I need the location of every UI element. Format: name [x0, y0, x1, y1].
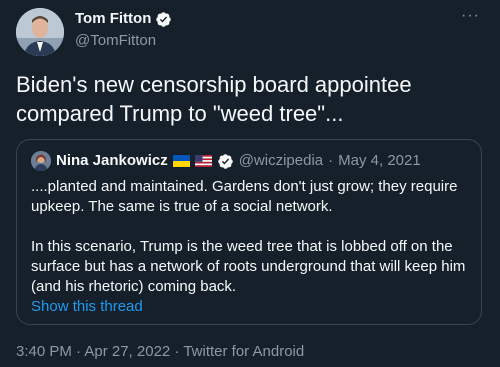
- quoted-tweet-date[interactable]: May 4, 2021: [338, 151, 421, 171]
- author-avatar[interactable]: [16, 8, 64, 56]
- author-name-row[interactable]: Tom Fitton: [75, 9, 172, 29]
- author-handle[interactable]: @TomFitton: [75, 31, 156, 51]
- quoted-author-name[interactable]: Nina Jankowicz: [56, 151, 168, 171]
- meta-separator: ·: [328, 152, 334, 169]
- flag-ukraine-icon: [172, 155, 190, 167]
- quoted-author-handle[interactable]: @wiczipedia: [239, 151, 323, 171]
- quoted-tweet-body: ....planted and maintained. Gardens don'…: [31, 177, 471, 297]
- tweet-text: Biden's new censorship board appointee c…: [16, 72, 412, 126]
- quoted-paragraph-2: In this scenario, Trump is the weed tree…: [31, 238, 466, 295]
- quoted-tweet[interactable]: Nina Jankowicz @wiczipedia · May 4, 2021…: [16, 139, 482, 325]
- show-thread-link[interactable]: Show this thread: [31, 297, 143, 317]
- quoted-author-avatar[interactable]: [31, 151, 51, 171]
- more-options-icon[interactable]: ···: [461, 6, 480, 26]
- verified-badge-icon: [156, 11, 172, 27]
- tweet-timestamp[interactable]: 3:40 PM · Apr 27, 2022 · Twitter for And…: [16, 342, 304, 362]
- flag-usa-icon: [194, 155, 212, 167]
- quoted-verified-badge-icon: [217, 153, 233, 169]
- quoted-tweet-header: Nina Jankowicz @wiczipedia · May 4, 2021: [31, 151, 421, 171]
- author-name[interactable]: Tom Fitton: [75, 9, 151, 29]
- quoted-paragraph-1: ....planted and maintained. Gardens don'…: [31, 178, 458, 215]
